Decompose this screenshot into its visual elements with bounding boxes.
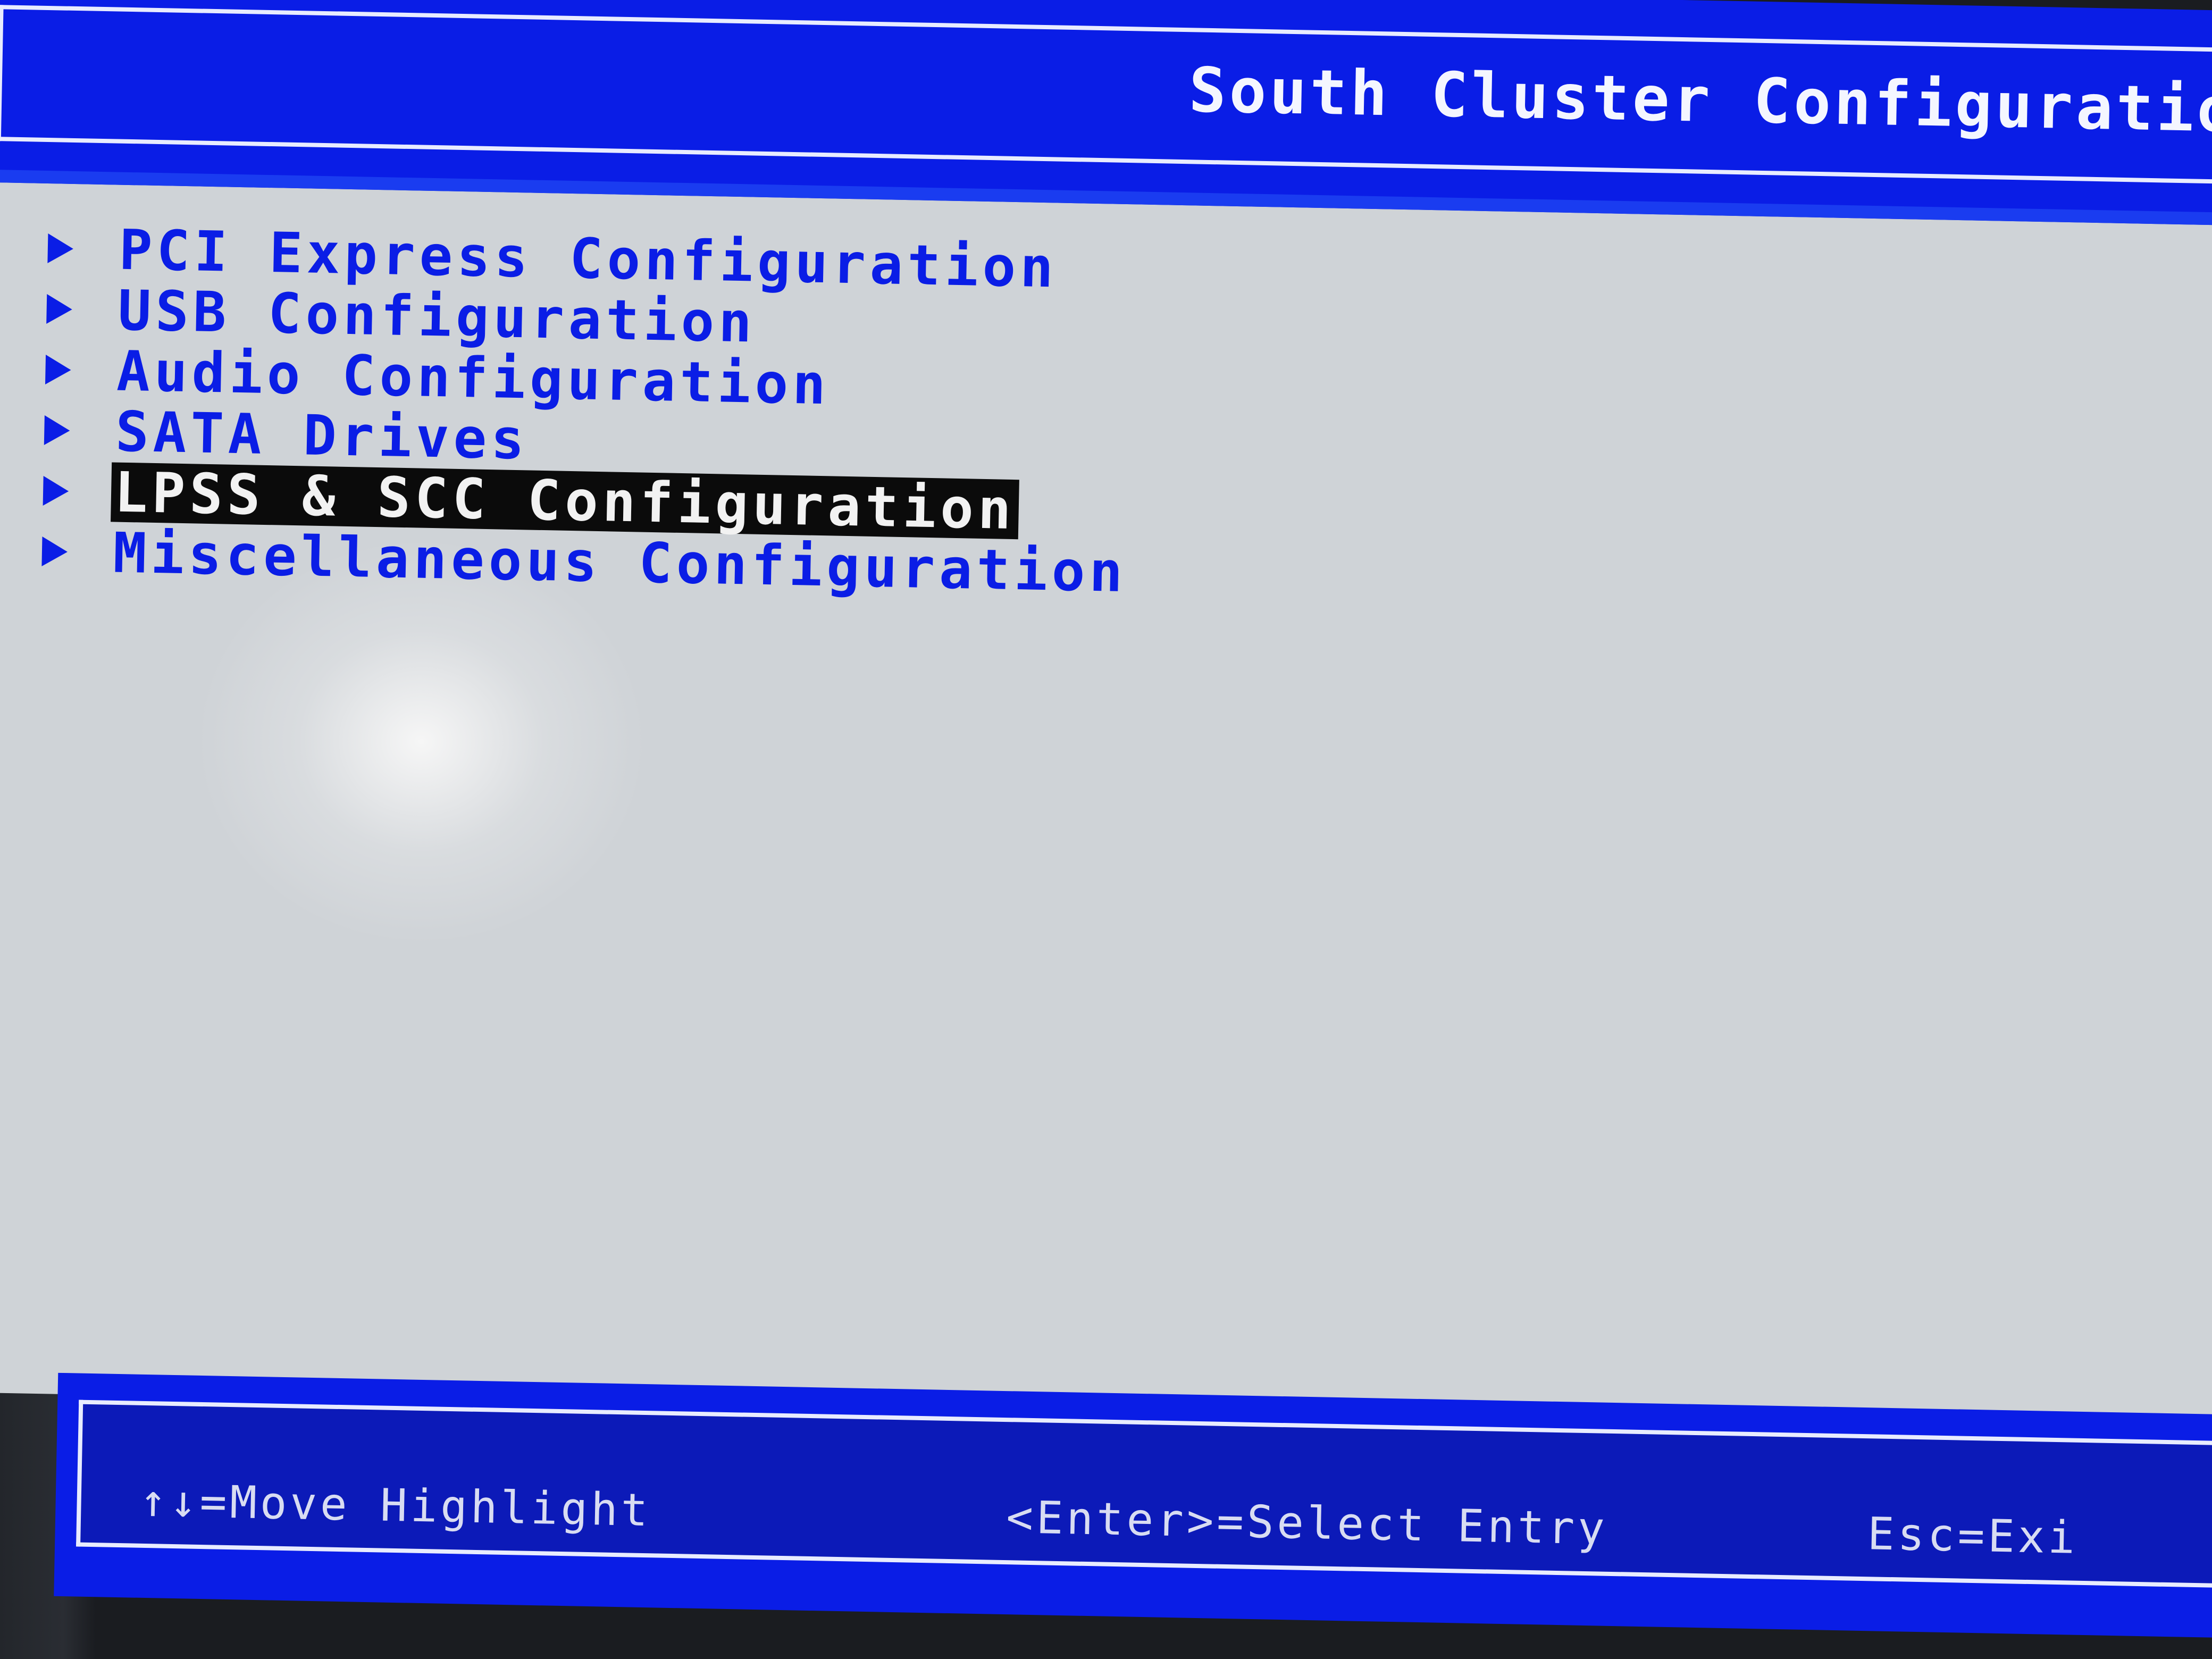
screen: South Cluster Configuration PCI Express … xyxy=(0,0,2212,1659)
key-help-bar: ↑↓=Move Highlight <Enter>=Select Entry E… xyxy=(54,1372,2212,1640)
select-entry-hint: <Enter>=Select Entry xyxy=(1006,1491,1608,1555)
key-help-frame: ↑↓=Move Highlight <Enter>=Select Entry E… xyxy=(76,1400,2212,1591)
triangle-right-icon xyxy=(45,355,72,385)
menu-item-label: SATA Drives xyxy=(115,399,530,472)
triangle-right-icon xyxy=(44,415,70,446)
bios-setup-window: South Cluster Configuration PCI Express … xyxy=(0,0,2212,1659)
move-highlight-hint: ↑↓=Move Highlight xyxy=(139,1474,652,1537)
triangle-right-icon xyxy=(46,294,73,324)
triangle-right-icon xyxy=(43,475,69,506)
exit-hint: Esc=Exi xyxy=(1867,1507,2079,1564)
triangle-right-icon xyxy=(47,233,74,264)
triangle-right-icon xyxy=(41,536,68,567)
